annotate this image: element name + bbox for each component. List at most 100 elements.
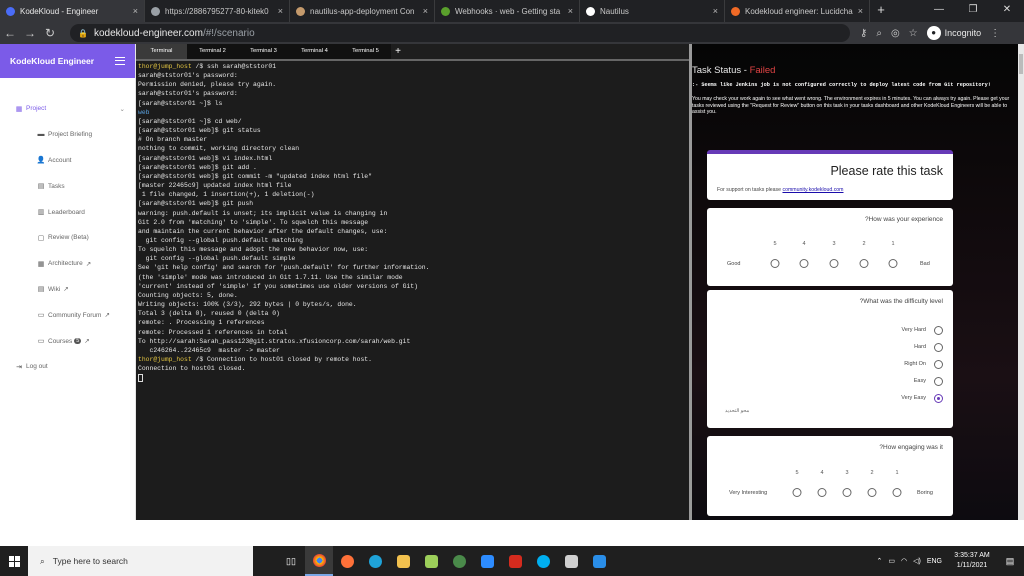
maximize-button[interactable]: ❐	[956, 0, 990, 22]
language-indicator[interactable]: ENG	[927, 558, 942, 565]
panel-scrollbar[interactable]	[1018, 44, 1024, 520]
terminal-line: sarah@ststor01's password:	[138, 90, 238, 98]
sidebar-item-courses[interactable]: ▭ Courses 5 ↗	[0, 328, 135, 354]
task-status-label: Task Status -	[692, 65, 750, 76]
difficulty-option[interactable]: Very Easy	[901, 393, 943, 403]
sidebar-item-architecture[interactable]: ▦ Architecture ↗	[0, 251, 135, 277]
difficulty-radio[interactable]	[934, 325, 943, 335]
mail-icon[interactable]	[557, 546, 585, 576]
notepad-icon[interactable]	[417, 546, 445, 576]
terminal-tab[interactable]: Terminal 5	[340, 44, 391, 59]
scale-number: 3	[832, 241, 836, 247]
scale-high-label: Bad	[920, 261, 930, 267]
tab-title: nautilus-app-deployment Con	[310, 6, 415, 16]
back-arrow-icon[interactable]: ←	[0, 26, 20, 40]
scale-radio[interactable]	[859, 259, 869, 268]
browser-tab[interactable]: Kodekloud engineer: Lucidcha ×	[725, 0, 870, 22]
difficulty-option[interactable]: Easy	[914, 376, 943, 386]
tray-chevron-icon[interactable]: ⌃	[877, 557, 883, 565]
tab-title: Kodekloud engineer: Lucidcha	[745, 6, 853, 16]
scale-radio[interactable]	[770, 259, 780, 268]
hamburger-menu-icon[interactable]	[115, 57, 125, 65]
chrome-icon[interactable]	[305, 546, 333, 576]
zoom-app-icon[interactable]	[473, 546, 501, 576]
network-icon[interactable]: ▭	[888, 557, 895, 565]
file-explorer-icon[interactable]	[389, 546, 417, 576]
difficulty-radio[interactable]	[934, 342, 943, 352]
clock[interactable]: 3:35:37 AM 1/11/2021	[948, 551, 996, 571]
terminal-tab[interactable]: Terminal	[136, 44, 187, 59]
skype-icon[interactable]	[529, 546, 557, 576]
difficulty-radio[interactable]	[934, 376, 943, 386]
sidebar-item-project-briefing[interactable]: ▬ Project Briefing	[0, 122, 135, 148]
terminal-output[interactable]: thor@jump_host /$ ssh sarah@ststor01 sara…	[136, 59, 689, 520]
scale-radio[interactable]	[817, 488, 827, 497]
url-path: /#!/scenario	[202, 27, 255, 39]
difficulty-option[interactable]: Hard	[914, 342, 943, 352]
edge-icon[interactable]	[361, 546, 389, 576]
scale-radio[interactable]	[842, 488, 852, 497]
difficulty-option[interactable]: Very Hard	[902, 325, 943, 335]
terminal-tab[interactable]: Terminal 2	[187, 44, 238, 59]
close-tab-icon[interactable]: ×	[713, 6, 718, 16]
close-window-button[interactable]: ✕	[990, 0, 1024, 22]
taskbar-search[interactable]: ⌕ Type here to search	[28, 546, 253, 576]
sidebar-item-label: Account	[48, 156, 72, 164]
incognito-indicator[interactable]: ● Incognito	[926, 26, 981, 40]
eye-off-icon[interactable]: ◎	[891, 28, 900, 39]
star-icon[interactable]: ☆	[909, 28, 918, 39]
sidebar-item-logout[interactable]: ⇥ Log out	[0, 354, 135, 380]
scrollbar-thumb[interactable]	[1019, 54, 1023, 74]
more-menu-icon[interactable]: ⋮	[990, 28, 1000, 39]
difficulty-radio[interactable]	[934, 359, 943, 369]
close-tab-icon[interactable]: ×	[858, 6, 863, 16]
close-tab-icon[interactable]: ×	[568, 6, 573, 16]
difficulty-option[interactable]: Right On	[904, 359, 943, 369]
clear-selection-link[interactable]: محو التحديد	[725, 408, 749, 414]
sidebar-item-community-forum[interactable]: ▭ Community Forum ↗	[0, 302, 135, 328]
difficulty-radio[interactable]	[934, 393, 943, 403]
close-tab-icon[interactable]: ×	[423, 6, 428, 16]
notification-icon[interactable]: ▤	[1002, 556, 1018, 567]
app-icon[interactable]	[445, 546, 473, 576]
sidebar-item-leaderboard[interactable]: ▥ Leaderboard	[0, 199, 135, 225]
minimize-button[interactable]: —	[922, 0, 956, 22]
terminal-tab[interactable]: Terminal 3	[238, 44, 289, 59]
scale-radio[interactable]	[829, 259, 839, 268]
scale-radio[interactable]	[892, 488, 902, 497]
add-terminal-button[interactable]: +	[391, 45, 405, 59]
task-view-icon[interactable]: ▯▯	[277, 546, 305, 576]
key-icon[interactable]: ⚷	[860, 28, 867, 39]
sidebar-item-review-beta[interactable]: ▢ Review (Beta)	[0, 225, 135, 251]
windows-start-icon[interactable]	[0, 546, 28, 576]
browser-tab[interactable]: Nautilus ×	[580, 0, 725, 22]
browser-tab[interactable]: KodeKloud - Engineer ×	[0, 0, 145, 22]
sidebar-item-project[interactable]: ▦ Project ⌄	[0, 96, 135, 122]
sidebar-item-account[interactable]: 👤 Account	[0, 148, 135, 174]
vscode-icon[interactable]	[585, 546, 613, 576]
url-field[interactable]: 🔒 kodekloud-engineer.com/#!/scenario	[70, 24, 850, 42]
scale-radio[interactable]	[888, 259, 898, 268]
new-tab-button[interactable]: +	[870, 0, 892, 22]
forward-arrow-icon[interactable]: →	[20, 26, 40, 40]
browser-tab[interactable]: Webhooks · web - Getting sta ×	[435, 0, 580, 22]
wifi-icon[interactable]: ◠	[901, 557, 907, 565]
acrobat-icon[interactable]	[501, 546, 529, 576]
volume-icon[interactable]: ◁)	[913, 557, 921, 565]
scale-radio[interactable]	[867, 488, 877, 497]
browser-tab[interactable]: https://2886795277-80-kitek0 ×	[145, 0, 290, 22]
scale-radio[interactable]	[792, 488, 802, 497]
sidebar-item-tasks[interactable]: ▤ Tasks	[0, 173, 135, 199]
terminal-tab[interactable]: Terminal 4	[289, 44, 340, 59]
zoom-icon[interactable]: ⌕	[876, 28, 882, 39]
firefox-icon[interactable]	[333, 546, 361, 576]
scale-radio[interactable]	[799, 259, 809, 268]
close-tab-icon[interactable]: ×	[133, 6, 138, 16]
reload-icon[interactable]: ↻	[40, 26, 60, 40]
sidebar-item-wiki[interactable]: ▤ Wiki ↗	[0, 277, 135, 303]
sidebar-item-icon: ▦	[37, 260, 45, 268]
browser-tab[interactable]: nautilus-app-deployment Con ×	[290, 0, 435, 22]
close-tab-icon[interactable]: ×	[278, 6, 283, 16]
community-link[interactable]: community.kodekloud.com	[782, 187, 843, 193]
sidebar-item-label: Project Briefing	[48, 131, 93, 139]
